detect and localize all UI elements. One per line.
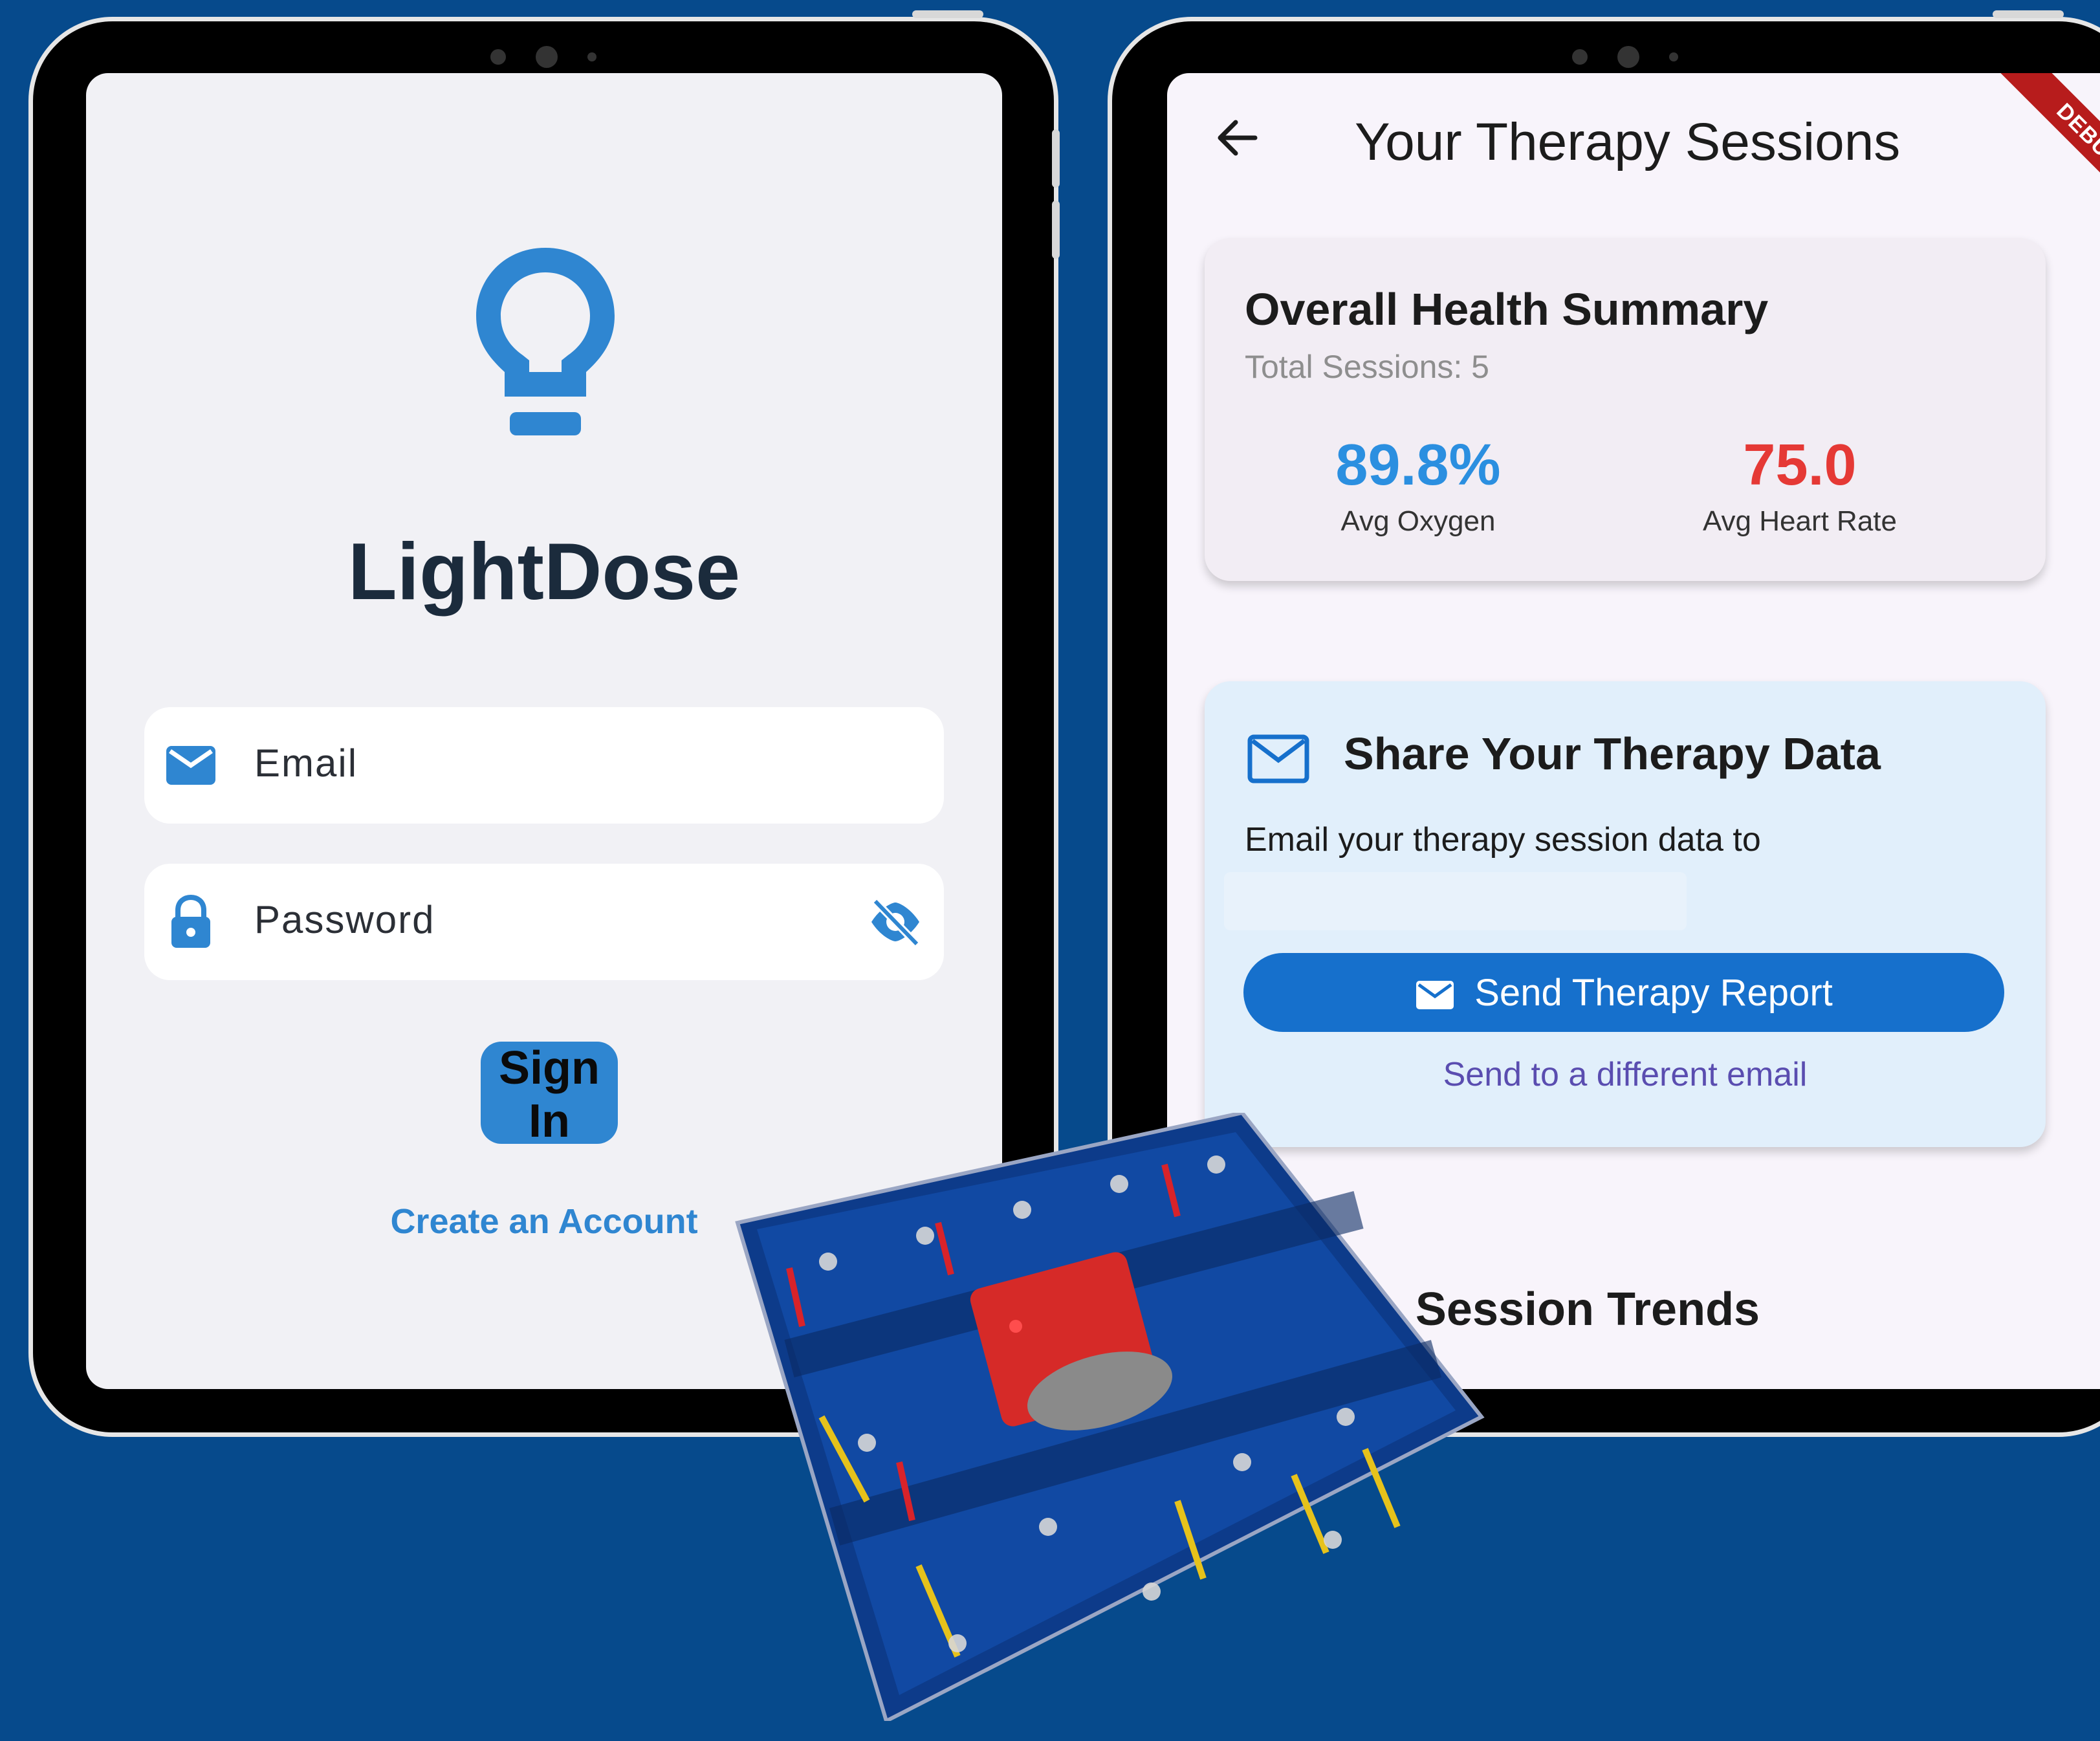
total-sessions: Total Sessions: 5 bbox=[1245, 349, 1489, 385]
health-summary-card: Overall Health Summary Total Sessions: 5… bbox=[1205, 238, 2046, 581]
lock-icon bbox=[171, 895, 210, 948]
send-report-label: Send Therapy Report bbox=[1474, 971, 1833, 1014]
email-placeholder: Email bbox=[254, 741, 358, 785]
password-placeholder: Password bbox=[254, 898, 435, 941]
back-arrow-icon[interactable] bbox=[1212, 112, 1264, 164]
avg-oxygen-label: Avg Oxygen bbox=[1340, 505, 1496, 537]
email-field[interactable]: Email bbox=[144, 707, 944, 824]
email-icon bbox=[1416, 981, 1454, 1010]
camera-row bbox=[490, 46, 596, 68]
side-button bbox=[1052, 129, 1060, 188]
avg-heart-stat: 75.0 Avg Heart Rate bbox=[1638, 432, 1962, 538]
avg-heart-value: 75.0 bbox=[1743, 433, 1857, 498]
top-button bbox=[1993, 10, 2064, 18]
email-icon bbox=[166, 746, 215, 785]
different-email-link[interactable]: Send to a different email bbox=[1205, 1055, 2046, 1094]
share-data-card: Share Your Therapy Data Email your thera… bbox=[1205, 681, 2046, 1147]
share-title: Share Your Therapy Data bbox=[1344, 728, 1881, 779]
send-report-button[interactable]: Send Therapy Report bbox=[1243, 953, 2004, 1032]
breadboard-photo bbox=[735, 1113, 1485, 1721]
camera-row bbox=[1572, 46, 1678, 68]
sign-in-button[interactable]: Sign In bbox=[481, 1042, 618, 1147]
top-button bbox=[912, 10, 983, 18]
mail-outline-icon bbox=[1247, 734, 1309, 783]
eye-off-icon[interactable] bbox=[866, 896, 924, 948]
redacted-email bbox=[1224, 872, 1687, 930]
avg-heart-label: Avg Heart Rate bbox=[1702, 505, 1897, 537]
summary-title: Overall Health Summary bbox=[1245, 284, 1769, 334]
avg-oxygen-value: 89.8% bbox=[1335, 433, 1501, 498]
side-button bbox=[1052, 201, 1060, 259]
avg-oxygen-stat: 89.8% Avg Oxygen bbox=[1256, 432, 1580, 538]
lightbulb-icon bbox=[476, 248, 615, 435]
password-field[interactable]: Password bbox=[144, 864, 944, 980]
app-name: LightDose bbox=[347, 527, 741, 617]
share-text: Email your therapy session data to bbox=[1245, 821, 1761, 859]
page-title: Your Therapy Sessions bbox=[1355, 113, 1901, 171]
debug-banner: DEBUG bbox=[1994, 73, 2100, 232]
